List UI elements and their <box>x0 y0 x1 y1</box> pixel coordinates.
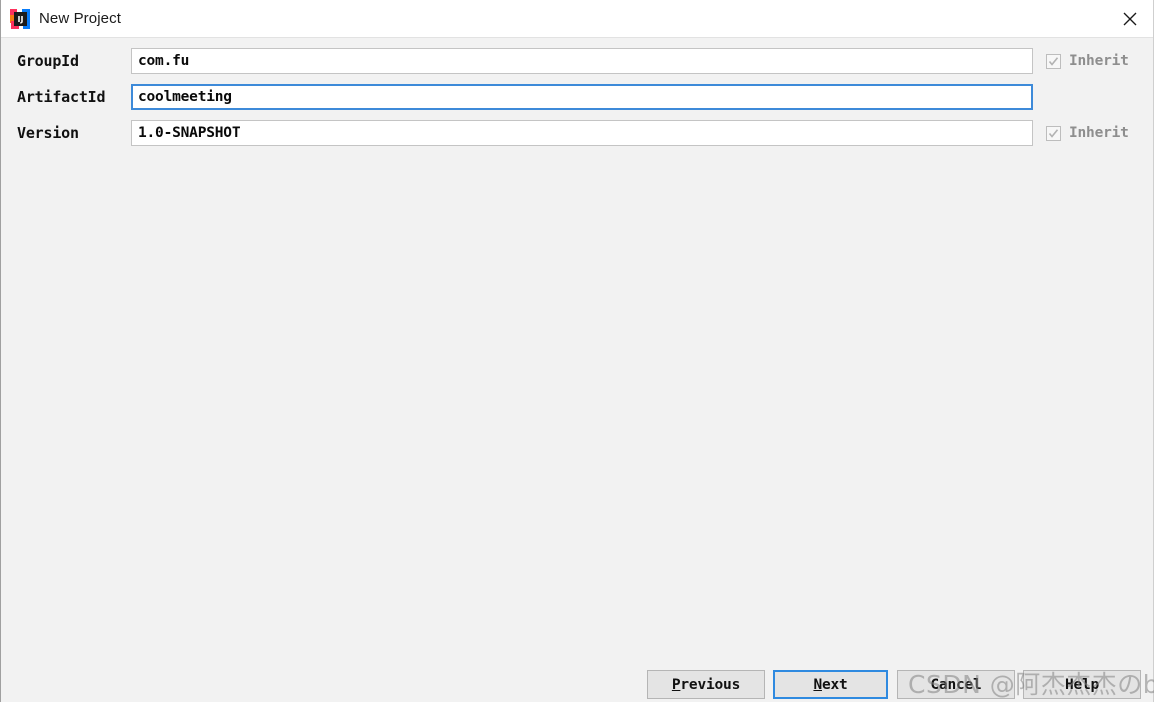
cancel-button-label: Cancel <box>930 676 982 693</box>
groupid-input[interactable] <box>131 48 1033 74</box>
artifactid-label: ArtifactId <box>17 88 106 106</box>
next-button-mnemonic: N <box>813 676 822 693</box>
artifactid-inherit-placeholder <box>1046 90 1061 105</box>
artifactid-field-wrapper <box>131 84 1033 110</box>
help-button-label: Help <box>1064 676 1100 693</box>
next-button[interactable]: Next <box>773 670 888 699</box>
checkmark-icon <box>1048 128 1059 138</box>
groupid-inherit-label: Inherit <box>1069 53 1129 69</box>
previous-button-label: revious <box>680 676 741 693</box>
help-button[interactable]: Help <box>1023 670 1141 699</box>
form-panel: GroupId Inherit ArtifactId V <box>1 38 1153 655</box>
groupid-inherit-checkbox[interactable] <box>1046 53 1061 69</box>
groupid-inherit-group[interactable]: Inherit <box>1046 53 1129 69</box>
version-input[interactable] <box>131 120 1033 146</box>
groupid-field-wrapper <box>131 48 1033 74</box>
version-inherit-checkbox[interactable] <box>1046 125 1061 141</box>
checkmark-icon <box>1048 56 1059 66</box>
version-label: Version <box>17 124 79 142</box>
version-field-wrapper <box>131 120 1033 146</box>
close-button[interactable] <box>1107 0 1153 38</box>
form-row-version: Version Inherit <box>1 119 1153 147</box>
groupid-label: GroupId <box>17 52 79 70</box>
form-row-groupid: GroupId Inherit <box>1 47 1153 75</box>
dialog-button-bar: Previous Next Cancel Help <box>1 655 1153 702</box>
new-project-dialog: IJ New Project GroupId Inherit <box>0 0 1154 702</box>
previous-button[interactable]: Previous <box>647 670 765 699</box>
title-bar: IJ New Project <box>1 0 1153 38</box>
cancel-button[interactable]: Cancel <box>897 670 1015 699</box>
version-inherit-group[interactable]: Inherit <box>1046 125 1129 141</box>
intellij-idea-logo-icon: IJ <box>10 8 30 29</box>
previous-button-mnemonic: P <box>671 676 681 693</box>
artifactid-input[interactable] <box>131 84 1033 110</box>
version-inherit-label: Inherit <box>1069 125 1129 141</box>
window-title: New Project <box>39 10 121 27</box>
svg-text:IJ: IJ <box>18 15 24 24</box>
next-button-label: ext <box>821 676 848 693</box>
close-icon <box>1123 12 1137 26</box>
form-row-artifactid: ArtifactId <box>1 83 1153 111</box>
